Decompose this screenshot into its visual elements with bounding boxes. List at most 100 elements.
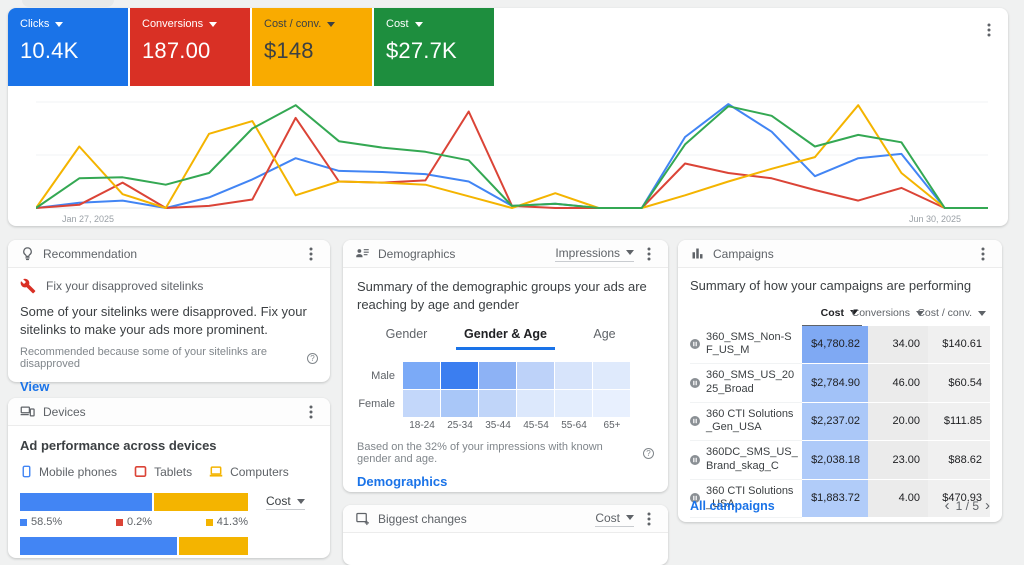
heatmap-age-tick: 18-24 (403, 420, 441, 431)
demographics-icon (355, 246, 370, 261)
heatmap-cell-male-65+ (593, 362, 630, 389)
recommendation-reason: Recommended because some of your sitelin… (20, 346, 302, 370)
previous-page-icon[interactable]: ‹ (945, 498, 950, 513)
demographics-note: Based on the 32% of your impressions wit… (357, 441, 638, 465)
campaign-cost-per-conv-value: $88.62 (928, 441, 990, 480)
metric-cards: Clicks 10.4K Conversions 187.00 Cost / c… (8, 8, 494, 86)
next-page-icon[interactable]: › (985, 498, 990, 513)
chevron-down-icon (626, 515, 634, 520)
card-title: Campaigns (713, 247, 774, 261)
metric-value: $148 (264, 38, 360, 64)
impressions-metric-selector[interactable]: Impressions (555, 246, 634, 262)
biggest-changes-card: Biggest changes Cost (343, 505, 668, 565)
bar-segment (20, 537, 177, 555)
biggest-changes-metric-selector[interactable]: Cost (595, 511, 634, 527)
recommendation-card-header: Recommendation (8, 240, 330, 268)
kebab-menu-icon[interactable] (642, 511, 656, 527)
selector-value: Cost (595, 511, 620, 525)
card-title: Devices (43, 405, 86, 419)
heatmap-row-label: Male (357, 362, 403, 389)
campaign-conversions-value: 34.00 (868, 326, 928, 365)
campaign-cost-per-conv-value: $111.85 (928, 403, 990, 442)
campaign-name-cell[interactable]: 360_SMS_US_2025_Broad (690, 364, 802, 403)
chevron-down-icon (327, 22, 335, 27)
kebab-menu-icon[interactable] (304, 246, 318, 262)
campaign-row: 360_SMS_Non-SF_US_M$4,780.8234.00$140.61 (690, 326, 990, 365)
campaign-cost-value: $2,038.18 (802, 441, 868, 480)
all-campaigns-link[interactable]: All campaigns (690, 499, 775, 513)
heatmap-cell-male-45-54 (517, 362, 554, 389)
campaign-name: 360DC_SMS_US_Brand_skag_C (706, 446, 798, 474)
metric-label: Clicks (20, 18, 49, 30)
metric-selector-conversions[interactable]: Conversions (142, 18, 238, 30)
sort-arrow-icon (978, 311, 986, 316)
heatmap-cell-male-25-34 (441, 362, 478, 389)
recommendation-body: Some of your sitelinks were disapproved.… (20, 303, 318, 338)
campaigns-table: Cost Conversions Cost / conv. 360_SMS_No… (690, 303, 990, 519)
bar-segment-label: 0.2% (116, 516, 152, 528)
campaign-name-cell[interactable]: 360 CTI Solutions_Gen_USA (690, 403, 802, 442)
selector-value: Impressions (555, 246, 620, 260)
card-title: Demographics (378, 247, 455, 261)
demographics-summary: Summary of the demographic groups your a… (357, 278, 654, 313)
heatmap-age-tick: 25-34 (441, 420, 479, 431)
heatmap-age-tick: 35-44 (479, 420, 517, 431)
demographics-tabs: Gender Gender & Age Age (357, 323, 654, 350)
campaign-cost-per-conv-value: $60.54 (928, 364, 990, 403)
top-edge-tab-stub (22, 0, 114, 7)
chevron-down-icon (209, 22, 217, 27)
kebab-menu-icon[interactable] (982, 22, 996, 38)
bar-segment (179, 537, 248, 555)
demographics-card: Demographics Impressions Summary of the … (343, 240, 668, 492)
campaign-name-cell[interactable]: 360_SMS_Non-SF_US_M (690, 326, 802, 365)
metric-label: Conversions (142, 18, 203, 30)
heatmap-age-tick: 65+ (593, 420, 631, 431)
campaign-cost-value: $2,237.02 (802, 403, 868, 442)
campaign-cost-value: $4,780.82 (802, 326, 868, 365)
biggest-changes-card-header: Biggest changes Cost (343, 505, 668, 533)
metric-selector-clicks[interactable]: Clicks (20, 18, 116, 30)
heatmap-cell-female-18-24 (403, 390, 440, 417)
view-link[interactable]: View (20, 379, 49, 394)
kebab-menu-icon[interactable] (642, 246, 656, 262)
heatmap-row-male: Male (357, 362, 654, 389)
metric-card-cost: Cost $27.7K (374, 8, 494, 86)
phone-icon (20, 464, 33, 479)
campaign-row: 360_SMS_US_2025_Broad$2,784.9046.00$60.5… (690, 364, 990, 403)
device-metric-selector[interactable]: Cost (266, 494, 305, 510)
chart-line-conversions (36, 112, 988, 209)
kebab-menu-icon[interactable] (304, 404, 318, 420)
heatmap-cell-female-35-44 (479, 390, 516, 417)
paused-status-icon (690, 339, 700, 349)
metric-selector-cost[interactable]: Cost (386, 18, 482, 30)
heatmap-cell-female-65+ (593, 390, 630, 417)
paused-status-icon (690, 416, 700, 426)
device-stacked-bar-cost (20, 493, 248, 511)
heatmap-cell-female-45-54 (517, 390, 554, 417)
biggest-changes-icon (355, 511, 370, 526)
metric-value: 10.4K (20, 38, 116, 64)
tab-age[interactable]: Age (555, 323, 654, 350)
heatmap-age-axis: 18-2425-3435-4445-5455-6465+ (357, 420, 654, 431)
legend-item-tablets: Tablets (133, 464, 192, 479)
column-header-cost-per-conv[interactable]: Cost / conv. (928, 303, 990, 325)
devices-icon (20, 404, 35, 419)
campaign-row: 360DC_SMS_US_Brand_skag_C$2,038.1823.00$… (690, 441, 990, 480)
tab-gender[interactable]: Gender (357, 323, 456, 350)
bar-segment (20, 493, 152, 511)
kebab-menu-icon[interactable] (976, 246, 990, 262)
wrench-icon (20, 278, 36, 294)
legend-item-mobile: Mobile phones (20, 464, 117, 479)
bar-segment-label: 58.5% (20, 516, 62, 528)
device-bar-labels: 58.5%0.2%41.3% (20, 516, 248, 528)
help-icon[interactable]: ? (643, 448, 654, 459)
legend-item-computers: Computers (208, 464, 289, 479)
help-icon[interactable]: ? (307, 353, 318, 364)
campaign-cost-value: $2,784.90 (802, 364, 868, 403)
metric-selector-cost-per-conv[interactable]: Cost / conv. (264, 18, 360, 30)
demographics-link[interactable]: Demographics (357, 474, 447, 489)
campaign-name-cell[interactable]: 360DC_SMS_US_Brand_skag_C (690, 441, 802, 480)
laptop-icon (208, 464, 224, 479)
tab-gender-and-age[interactable]: Gender & Age (456, 323, 555, 350)
bar-chart-icon (690, 246, 705, 261)
